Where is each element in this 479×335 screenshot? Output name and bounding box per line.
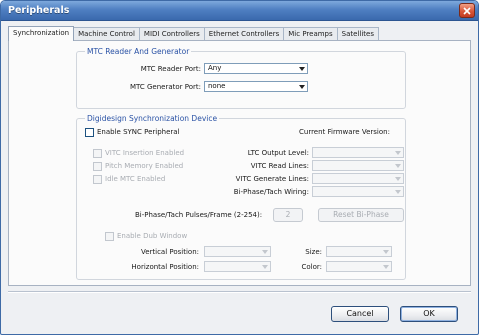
- mtc-generator-port-select[interactable]: none: [204, 81, 308, 92]
- tab-mic-preamps[interactable]: Mic Preamps: [283, 27, 338, 41]
- tab-ethernet-controllers[interactable]: Ethernet Controllers: [203, 27, 285, 41]
- vitc-generate-lines-select[interactable]: [312, 173, 404, 184]
- idle-mtc-label: Idle MTC Enabled: [105, 175, 166, 183]
- chevron-down-icon: [297, 64, 307, 73]
- biphase-pulses-label: Bi-Phase/Tach Pulses/Frame (2-254):: [135, 211, 263, 219]
- color-select[interactable]: [326, 261, 392, 272]
- mtc-reader-port-select[interactable]: Any: [204, 63, 308, 74]
- chevron-down-icon: [393, 161, 403, 170]
- chevron-down-icon: [297, 82, 307, 91]
- idle-mtc-checkbox[interactable]: [93, 175, 102, 184]
- vitc-generate-lines-label: VITC Generate Lines:: [235, 175, 309, 183]
- chevron-down-icon: [260, 247, 270, 256]
- vitc-insertion-label: VITC Insertion Enabled: [105, 149, 185, 157]
- chevron-down-icon: [393, 148, 403, 157]
- mtc-reader-port-label: MTC Reader Port:: [140, 65, 201, 73]
- enable-sync-checkbox[interactable]: [85, 128, 94, 137]
- mtc-generator-port-label: MTC Generator Port:: [129, 83, 201, 91]
- biphase-wiring-select[interactable]: [312, 186, 404, 197]
- horizontal-position-label: Horizontal Position:: [131, 263, 199, 271]
- ltc-output-level-select[interactable]: [312, 147, 404, 158]
- firmware-version-label: Current Firmware Version:: [299, 128, 390, 136]
- close-button[interactable]: [459, 3, 475, 18]
- vertical-position-label: Vertical Position:: [140, 248, 199, 256]
- footer-divider: [8, 291, 471, 293]
- tab-machine-control[interactable]: Machine Control: [73, 27, 140, 41]
- synchronization-panel: MTC Reader And Generator MTC Reader Port…: [8, 40, 471, 286]
- size-label: Size:: [305, 248, 322, 256]
- mtc-group-title: MTC Reader And Generator: [85, 47, 192, 56]
- tab-synchronization[interactable]: Synchronization: [8, 26, 75, 41]
- sync-group-title: Digidesign Synchronization Device: [85, 114, 220, 123]
- ltc-output-level-label: LTC Output Level:: [247, 149, 309, 157]
- chevron-down-icon: [260, 262, 270, 271]
- vitc-insertion-checkbox[interactable]: [93, 149, 102, 158]
- mtc-reader-port-value: Any: [208, 64, 222, 72]
- pitch-memory-checkbox[interactable]: [93, 162, 102, 171]
- mtc-generator-port-value: none: [208, 82, 226, 90]
- color-label: Color:: [301, 263, 322, 271]
- enable-dub-window-checkbox[interactable]: [105, 232, 114, 241]
- title-bar[interactable]: Peripherals: [1, 1, 478, 21]
- enable-sync-label: Enable SYNC Peripheral: [97, 128, 180, 136]
- peripherals-dialog: Peripherals Synchronization Machine Cont…: [0, 0, 479, 335]
- reset-biphase-button[interactable]: Reset Bi-Phase: [318, 208, 404, 222]
- window-title: Peripherals: [8, 5, 70, 16]
- biphase-wiring-label: Bi-Phase/Tach Wiring:: [233, 188, 309, 196]
- close-icon: [463, 6, 471, 15]
- cancel-button[interactable]: Cancel: [331, 306, 389, 322]
- ok-button[interactable]: OK: [400, 306, 458, 322]
- chevron-down-icon: [381, 247, 391, 256]
- tab-satellites[interactable]: Satellites: [336, 27, 379, 41]
- size-select[interactable]: [326, 246, 392, 257]
- pitch-memory-label: Pitch Memory Enabled: [105, 162, 184, 170]
- tab-midi-controllers[interactable]: MIDI Controllers: [138, 27, 205, 41]
- vitc-read-lines-label: VITC Read Lines:: [250, 162, 309, 170]
- horizontal-position-select[interactable]: [204, 261, 271, 272]
- enable-dub-window-label: Enable Dub Window: [117, 232, 188, 240]
- chevron-down-icon: [393, 174, 403, 183]
- tab-bar: Synchronization Machine Control MIDI Con…: [8, 26, 379, 41]
- vertical-position-select[interactable]: [204, 246, 271, 257]
- mtc-group: MTC Reader And Generator MTC Reader Port…: [76, 47, 406, 109]
- chevron-down-icon: [381, 262, 391, 271]
- sync-device-group: Digidesign Synchronization Device Enable…: [76, 114, 406, 280]
- chevron-down-icon: [393, 187, 403, 196]
- vitc-read-lines-select[interactable]: [312, 160, 404, 171]
- biphase-pulses-field[interactable]: 2: [273, 208, 303, 222]
